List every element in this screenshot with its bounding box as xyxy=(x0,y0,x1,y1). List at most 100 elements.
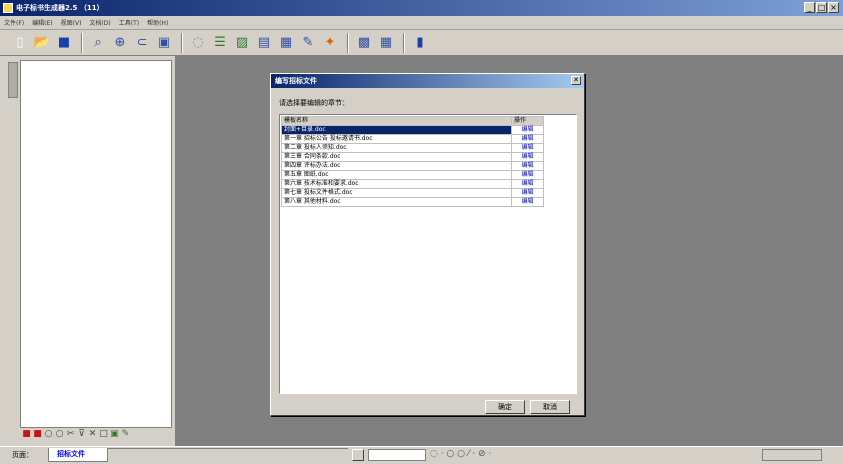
menu-help[interactable]: 帮助(H) xyxy=(147,18,168,27)
table-row[interactable]: 第三章 合同条款.doc 编辑 xyxy=(281,152,544,162)
table-row[interactable]: 封面+目录.doc 编辑 xyxy=(281,125,544,135)
maximize-button[interactable]: □ xyxy=(816,2,827,13)
ok-button[interactable]: 确定 xyxy=(485,400,525,414)
new-doc-icon: ▯ xyxy=(16,35,24,50)
delete-icon[interactable]: ✕ xyxy=(88,430,97,439)
window-icon: ▩ xyxy=(357,35,371,50)
status-tools[interactable]: ◌ · ○ ○ ⁄ · ⊘ · xyxy=(430,449,491,459)
template-name-cell[interactable]: 第三章 合同条款.doc xyxy=(281,152,512,162)
circle2-icon[interactable]: ○ xyxy=(55,430,64,439)
status-bar: 页面： 招标文件 ◌ · ○ ○ ⁄ · ⊘ · xyxy=(0,446,843,464)
list-button[interactable]: ▤ xyxy=(254,33,274,53)
page-button[interactable] xyxy=(352,449,364,461)
document-tab[interactable]: 招标文件 xyxy=(48,448,108,462)
drawing-toolbar: ■ ■ ○ ○ ✂ ⊽ ✕ □ ▣ ✎ xyxy=(22,430,130,439)
panel-tab[interactable] xyxy=(8,62,18,98)
toolbar-separator xyxy=(403,32,405,53)
tools-button[interactable]: ✎ xyxy=(298,33,318,53)
edit-link[interactable]: 编辑 xyxy=(511,197,544,207)
menu-view[interactable]: 视图(V) xyxy=(61,18,82,27)
filter-icon[interactable]: ⊽ xyxy=(77,430,86,439)
edit-tender-dialog: 编写招标文件 ✕ 请选择要编辑的章节： 模板名称 操作 封面+目录.doc 编辑第… xyxy=(270,73,585,416)
table-icon: ☰ xyxy=(214,35,226,50)
print-preview-icon: ⌕ xyxy=(94,35,102,50)
record-icon[interactable]: ■ xyxy=(33,430,42,439)
edit-link[interactable]: 编辑 xyxy=(511,152,544,162)
fire-button[interactable]: ✦ xyxy=(320,33,340,53)
scissors-icon[interactable]: ✂ xyxy=(66,430,75,439)
table-row[interactable]: 第八章 其他材料.doc 编辑 xyxy=(281,197,544,207)
grid-icon: ▦ xyxy=(379,35,393,50)
table-row[interactable]: 第二章 投标人须知.doc 编辑 xyxy=(281,143,544,153)
edit-link[interactable]: 编辑 xyxy=(511,188,544,198)
new-doc-button[interactable]: ▯ xyxy=(10,33,30,53)
template-name-cell[interactable]: 第六章 技术标准和要求.doc xyxy=(281,179,512,189)
save-button[interactable]: ■ xyxy=(54,33,74,53)
table-row[interactable]: 第四章 评标办法.doc 编辑 xyxy=(281,161,544,171)
circle-icon[interactable]: ○ xyxy=(44,430,53,439)
edit-link[interactable]: 编辑 xyxy=(511,161,544,171)
template-name-cell[interactable]: 第一章 招标公告 投标邀请书.doc xyxy=(281,134,512,144)
template-icon: ▦ xyxy=(279,35,293,50)
edit-link[interactable]: 编辑 xyxy=(511,134,544,144)
chapter-list[interactable]: 模板名称 操作 封面+目录.doc 编辑 第一章 招标公告 投标邀请书.doc 编辑第… xyxy=(279,114,577,394)
template-name-cell[interactable]: 第八章 其他材料.doc xyxy=(281,197,512,207)
table-row[interactable]: 第五章 图纸.doc 编辑 xyxy=(281,170,544,180)
edit-link[interactable]: 编辑 xyxy=(511,179,544,189)
column-header-op: 操作 xyxy=(511,116,544,126)
template-name-cell[interactable]: 第二章 投标人须知.doc xyxy=(281,143,512,153)
print-preview-button[interactable]: ⌕ xyxy=(88,33,108,53)
template-button[interactable]: ▦ xyxy=(276,33,296,53)
zoom-icon: ⊕ xyxy=(114,35,126,50)
grid-small-icon[interactable]: ▣ xyxy=(110,430,119,439)
table-header: 模板名称 操作 xyxy=(281,116,544,126)
table-row[interactable]: 第一章 招标公告 投标邀请书.doc 编辑 xyxy=(281,134,544,144)
template-name-cell[interactable]: 封面+目录.doc xyxy=(281,125,512,135)
page-setup-button[interactable]: ▣ xyxy=(154,33,174,53)
close-button[interactable]: × xyxy=(828,2,839,13)
table-button[interactable]: ☰ xyxy=(210,33,230,53)
window-button[interactable]: ▩ xyxy=(354,33,374,53)
link-button[interactable]: ⊂ xyxy=(132,33,152,53)
menu-document[interactable]: 文档(D) xyxy=(89,18,110,27)
tab-divider xyxy=(108,448,348,449)
insert-button[interactable]: ◌ xyxy=(188,33,208,53)
dialog-titlebar: 编写招标文件 ✕ xyxy=(271,74,584,88)
pencil-icon[interactable]: ✎ xyxy=(121,430,130,439)
toolbar-separator xyxy=(347,32,349,53)
open-folder-button[interactable]: 📂 xyxy=(32,33,52,53)
grid-button[interactable]: ▦ xyxy=(376,33,396,53)
image-button[interactable]: ▨ xyxy=(232,33,252,53)
menu-file[interactable]: 文件(F) xyxy=(4,18,24,27)
edit-link[interactable]: 编辑 xyxy=(511,143,544,153)
insert-icon: ◌ xyxy=(192,35,204,50)
menu-edit[interactable]: 编辑(E) xyxy=(32,18,52,27)
fire-icon: ✦ xyxy=(324,35,336,50)
page-input[interactable] xyxy=(368,449,426,461)
zoom-button[interactable]: ⊕ xyxy=(110,33,130,53)
cancel-button[interactable]: 取消 xyxy=(530,400,570,414)
edit-link[interactable]: 编辑 xyxy=(511,170,544,180)
stop-icon[interactable]: ■ xyxy=(22,430,31,439)
title-bar: 电子标书生成器2.5 （11） _ □ × xyxy=(0,0,843,16)
square-icon[interactable]: □ xyxy=(99,430,108,439)
book-icon: ▮ xyxy=(416,35,424,50)
toolbar-separator xyxy=(181,32,183,53)
save-icon: ■ xyxy=(57,35,71,50)
window-title: 电子标书生成器2.5 （11） xyxy=(16,4,104,12)
page-setup-icon: ▣ xyxy=(157,35,171,50)
minimize-button[interactable]: _ xyxy=(804,2,815,13)
template-name-cell[interactable]: 第七章 投标文件格式.doc xyxy=(281,188,512,198)
column-header-name: 模板名称 xyxy=(281,116,512,126)
outline-panel[interactable] xyxy=(20,60,172,428)
dialog-close-button[interactable]: ✕ xyxy=(571,76,581,85)
edit-link[interactable]: 编辑 xyxy=(511,125,544,135)
left-strip xyxy=(0,56,20,442)
table-row[interactable]: 第七章 投标文件格式.doc 编辑 xyxy=(281,188,544,198)
template-name-cell[interactable]: 第五章 图纸.doc xyxy=(281,170,512,180)
table-row[interactable]: 第六章 技术标准和要求.doc 编辑 xyxy=(281,179,544,189)
template-name-cell[interactable]: 第四章 评标办法.doc xyxy=(281,161,512,171)
book-button[interactable]: ▮ xyxy=(410,33,430,53)
dialog-title: 编写招标文件 xyxy=(275,77,317,85)
menu-tools[interactable]: 工具(T) xyxy=(119,18,139,27)
